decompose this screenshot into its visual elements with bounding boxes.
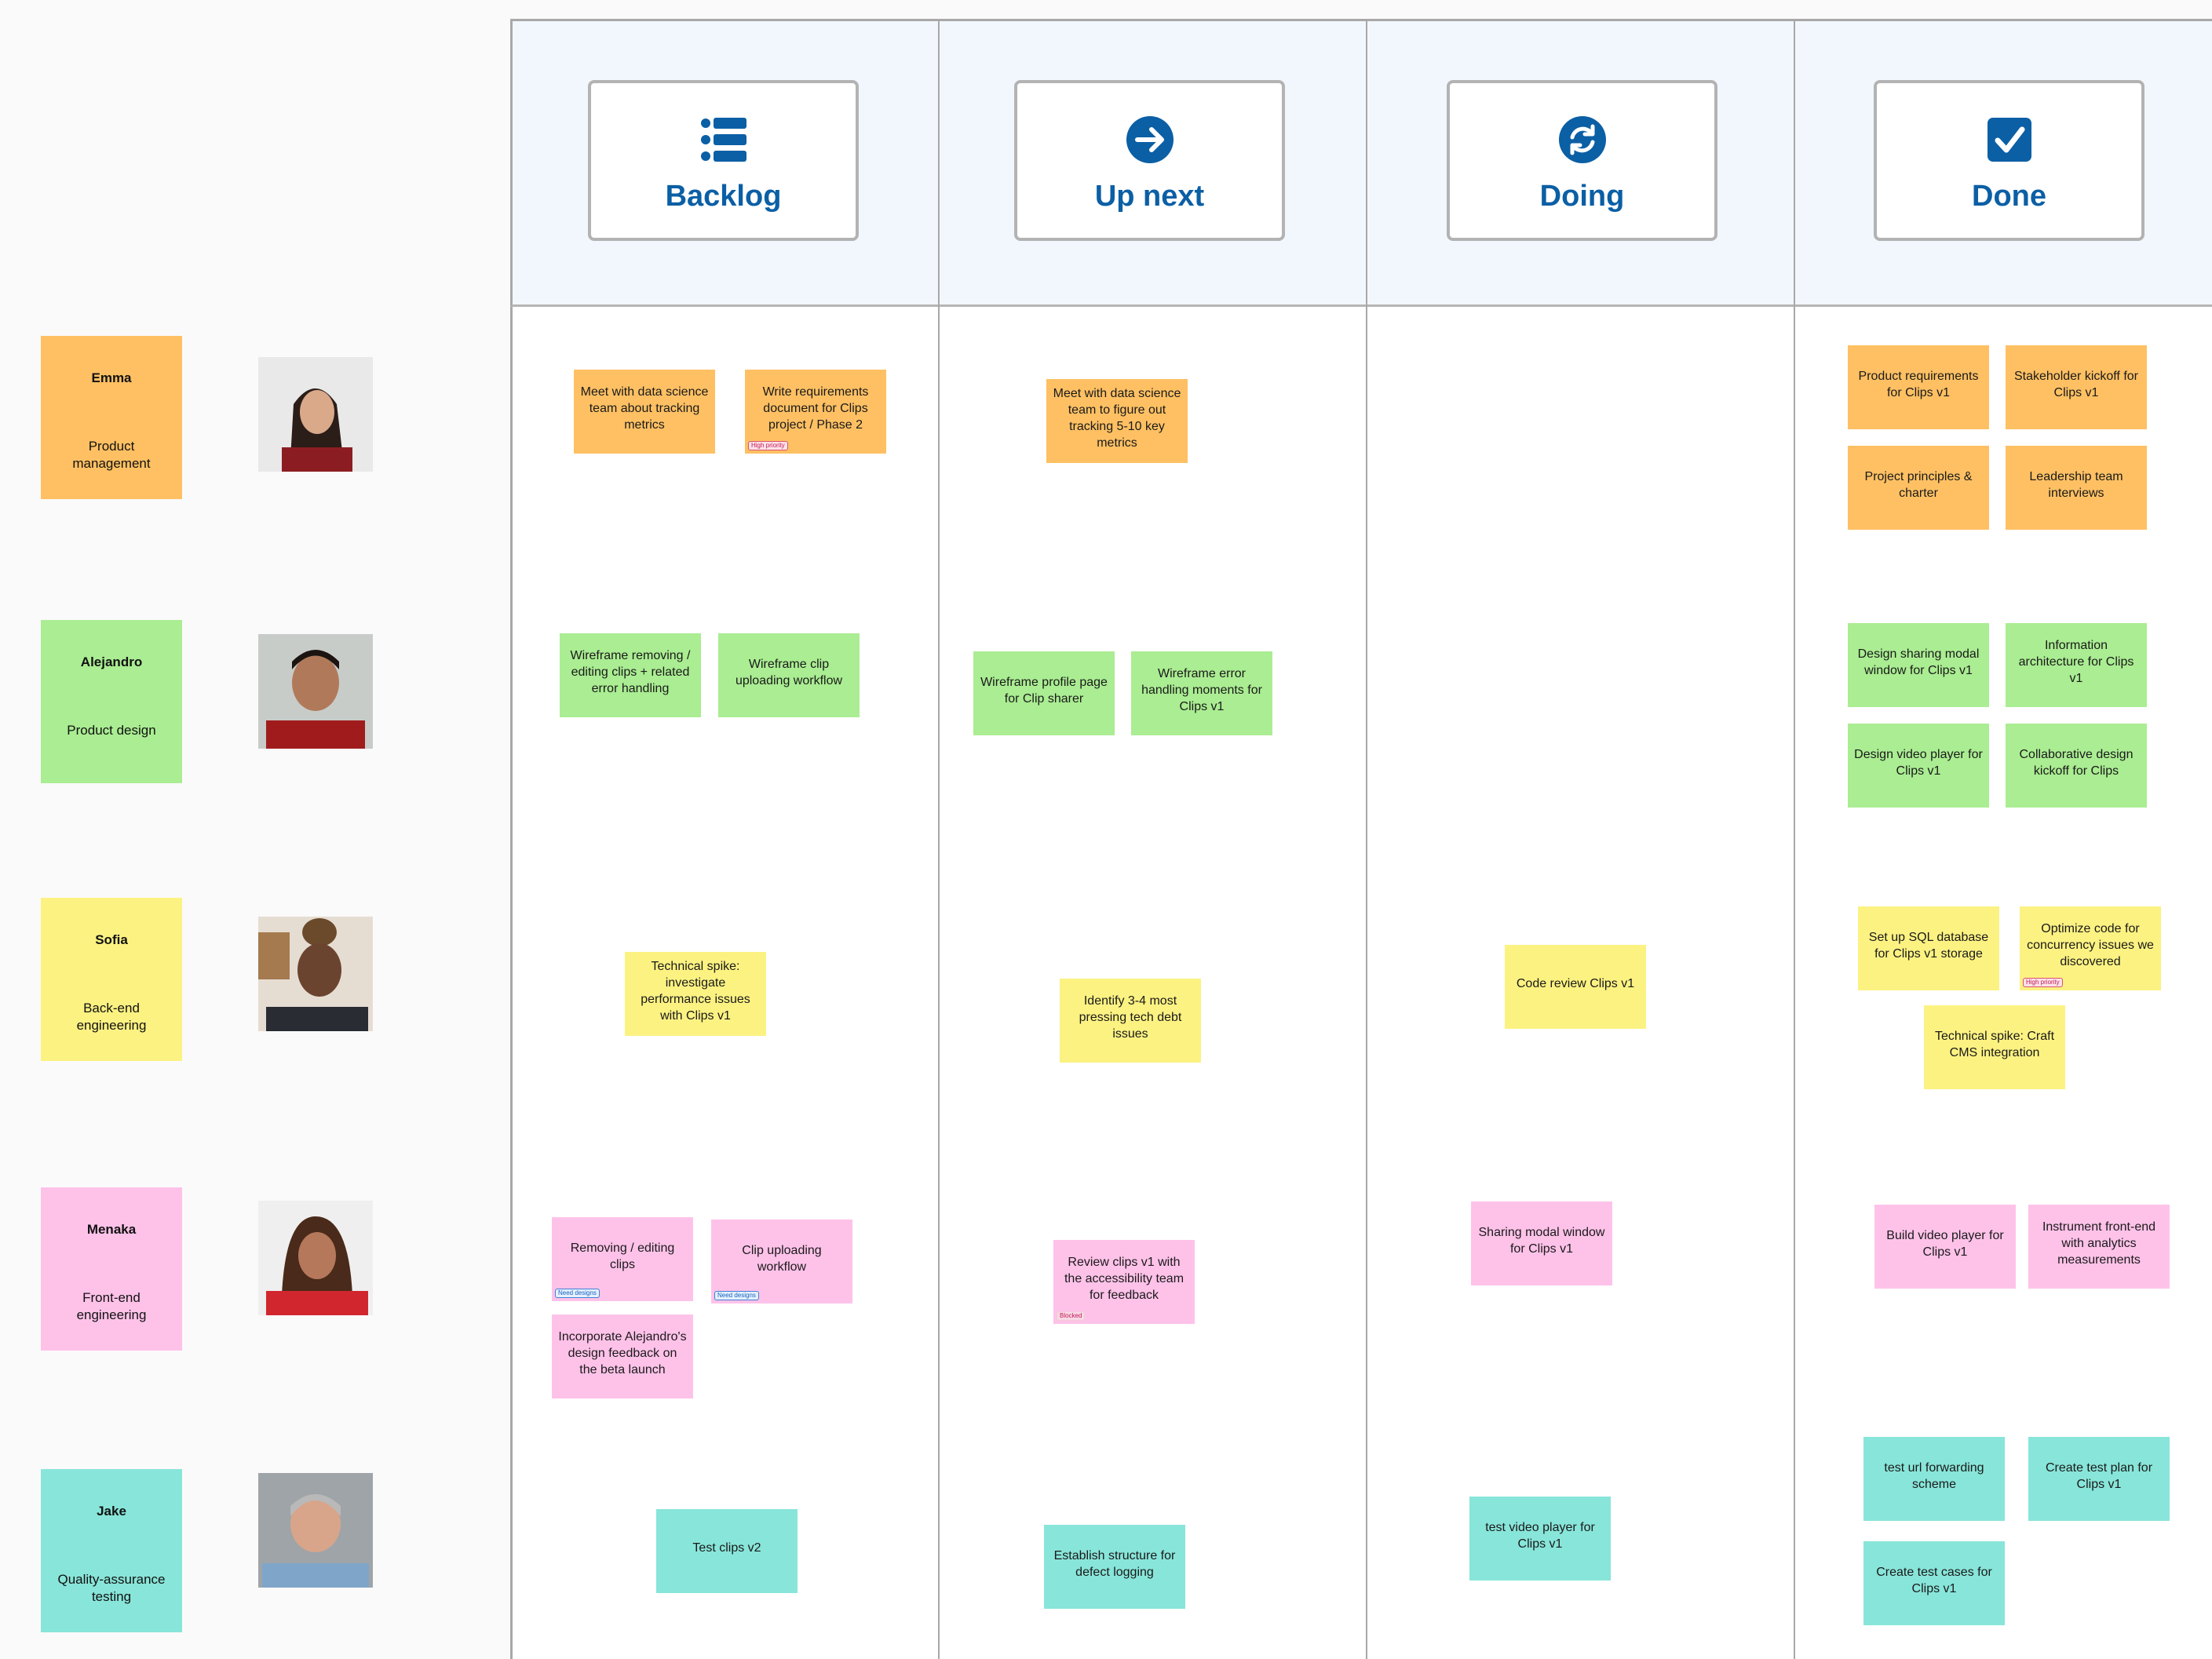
person-card-alejandro[interactable]: Alejandro Product design <box>41 620 182 783</box>
person-role: Quality-assurance testing <box>57 1572 166 1604</box>
column-header-done[interactable]: Done <box>1874 80 2144 241</box>
task-card[interactable]: Write requirements document for Clips pr… <box>745 370 886 454</box>
task-card[interactable]: Code review Clips v1 <box>1505 945 1646 1029</box>
person-role: Product design <box>67 723 156 738</box>
column-divider <box>938 19 940 1659</box>
person-name: Alejandro <box>80 654 143 669</box>
column-header-backlog[interactable]: Backlog <box>588 80 859 241</box>
person-name: Sofia <box>95 932 128 947</box>
column-title: Doing <box>1539 180 1625 213</box>
checkbox-checked-icon <box>1987 118 2031 162</box>
column-divider <box>1366 19 1367 1659</box>
task-card[interactable]: Instrument front-end with analytics meas… <box>2028 1205 2170 1289</box>
column-divider <box>1794 19 1795 1659</box>
person-card-jake[interactable]: Jake Quality-assurance testing <box>41 1469 182 1632</box>
arrow-right-circle-icon <box>1126 116 1174 163</box>
avatar-menaka <box>258 1201 373 1315</box>
task-card[interactable]: Meet with data science team about tracki… <box>574 370 715 454</box>
task-card[interactable]: Sharing modal window for Clips v1 <box>1471 1201 1612 1285</box>
task-card[interactable]: Collaborative design kickoff for Clips <box>2006 724 2147 808</box>
task-card[interactable]: Wireframe clip uploading workflow <box>718 633 860 717</box>
person-name: Jake <box>97 1504 126 1519</box>
column-title: Backlog <box>665 180 782 213</box>
task-card[interactable]: Technical spike: Craft CMS integration <box>1924 1005 2065 1089</box>
task-card[interactable]: Stakeholder kickoff for Clips v1 <box>2006 345 2147 429</box>
task-card[interactable]: Meet with data science team to figure ou… <box>1046 379 1188 463</box>
task-card[interactable]: Create test cases for Clips v1 <box>1863 1541 2005 1625</box>
task-card[interactable]: Leadership team interviews <box>2006 446 2147 530</box>
person-card-menaka[interactable]: Menaka Front-end engineering <box>41 1187 182 1351</box>
task-card[interactable]: Create test plan for Clips v1 <box>2028 1437 2170 1521</box>
task-card[interactable]: Design sharing modal window for Clips v1 <box>1848 623 1989 707</box>
need-designs-tag: Need designs <box>714 1291 759 1300</box>
task-card[interactable]: Identify 3-4 most pressing tech debt iss… <box>1060 979 1201 1063</box>
column-title: Up next <box>1094 180 1205 213</box>
task-card[interactable]: Wireframe removing / editing clips + rel… <box>560 633 701 717</box>
avatar-jake <box>258 1473 373 1588</box>
task-card[interactable]: Test clips v2 <box>656 1509 798 1593</box>
task-card[interactable]: Removing / editing clips Need designs <box>552 1217 693 1301</box>
person-card-sofia[interactable]: Sofia Back-end engineering <box>41 898 182 1061</box>
column-header-up-next[interactable]: Up next <box>1014 80 1285 241</box>
list-icon <box>700 118 746 162</box>
avatar-alejandro <box>258 634 373 749</box>
avatar-sofia <box>258 917 373 1031</box>
avatar-emma <box>258 357 373 472</box>
task-card[interactable]: test url forwarding scheme <box>1863 1437 2005 1521</box>
high-priority-tag: High priority <box>2023 978 2063 987</box>
task-card[interactable]: Set up SQL database for Clips v1 storage <box>1858 906 1999 990</box>
person-role: Product management <box>72 439 151 471</box>
task-card[interactable]: Project principles & charter <box>1848 446 1989 530</box>
need-designs-tag: Need designs <box>555 1289 600 1298</box>
refresh-circle-icon <box>1558 116 1606 163</box>
person-role: Front-end engineering <box>76 1290 147 1322</box>
task-card[interactable]: Technical spike: investigate performance… <box>625 952 766 1036</box>
task-card[interactable]: Optimize code for concurrency issues we … <box>2020 906 2161 990</box>
blocked-tag: Blocked <box>1057 1311 1086 1321</box>
person-name: Emma <box>91 370 132 385</box>
task-card[interactable]: test video player for Clips v1 <box>1469 1497 1611 1581</box>
task-card[interactable]: Design video player for Clips v1 <box>1848 724 1989 808</box>
person-role: Back-end engineering <box>76 1001 147 1033</box>
high-priority-tag: High priority <box>748 441 788 450</box>
column-header-doing[interactable]: Doing <box>1447 80 1717 241</box>
task-card[interactable]: Wireframe profile page for Clip sharer <box>973 651 1115 735</box>
person-name: Menaka <box>86 1222 137 1237</box>
person-card-emma[interactable]: Emma Product management <box>41 336 182 499</box>
task-card[interactable]: Information architecture for Clips v1 <box>2006 623 2147 707</box>
task-card[interactable]: Incorporate Alejandro's design feedback … <box>552 1314 693 1398</box>
column-title: Done <box>1972 180 2046 213</box>
task-card[interactable]: Product requirements for Clips v1 <box>1848 345 1989 429</box>
task-card[interactable]: Clip uploading workflow Need designs <box>711 1220 852 1304</box>
task-card[interactable]: Review clips v1 with the accessibility t… <box>1053 1240 1195 1324</box>
task-card[interactable]: Build video player for Clips v1 <box>1874 1205 2016 1289</box>
task-card[interactable]: Wireframe error handling moments for Cli… <box>1131 651 1272 735</box>
task-card[interactable]: Establish structure for defect logging <box>1044 1525 1185 1609</box>
